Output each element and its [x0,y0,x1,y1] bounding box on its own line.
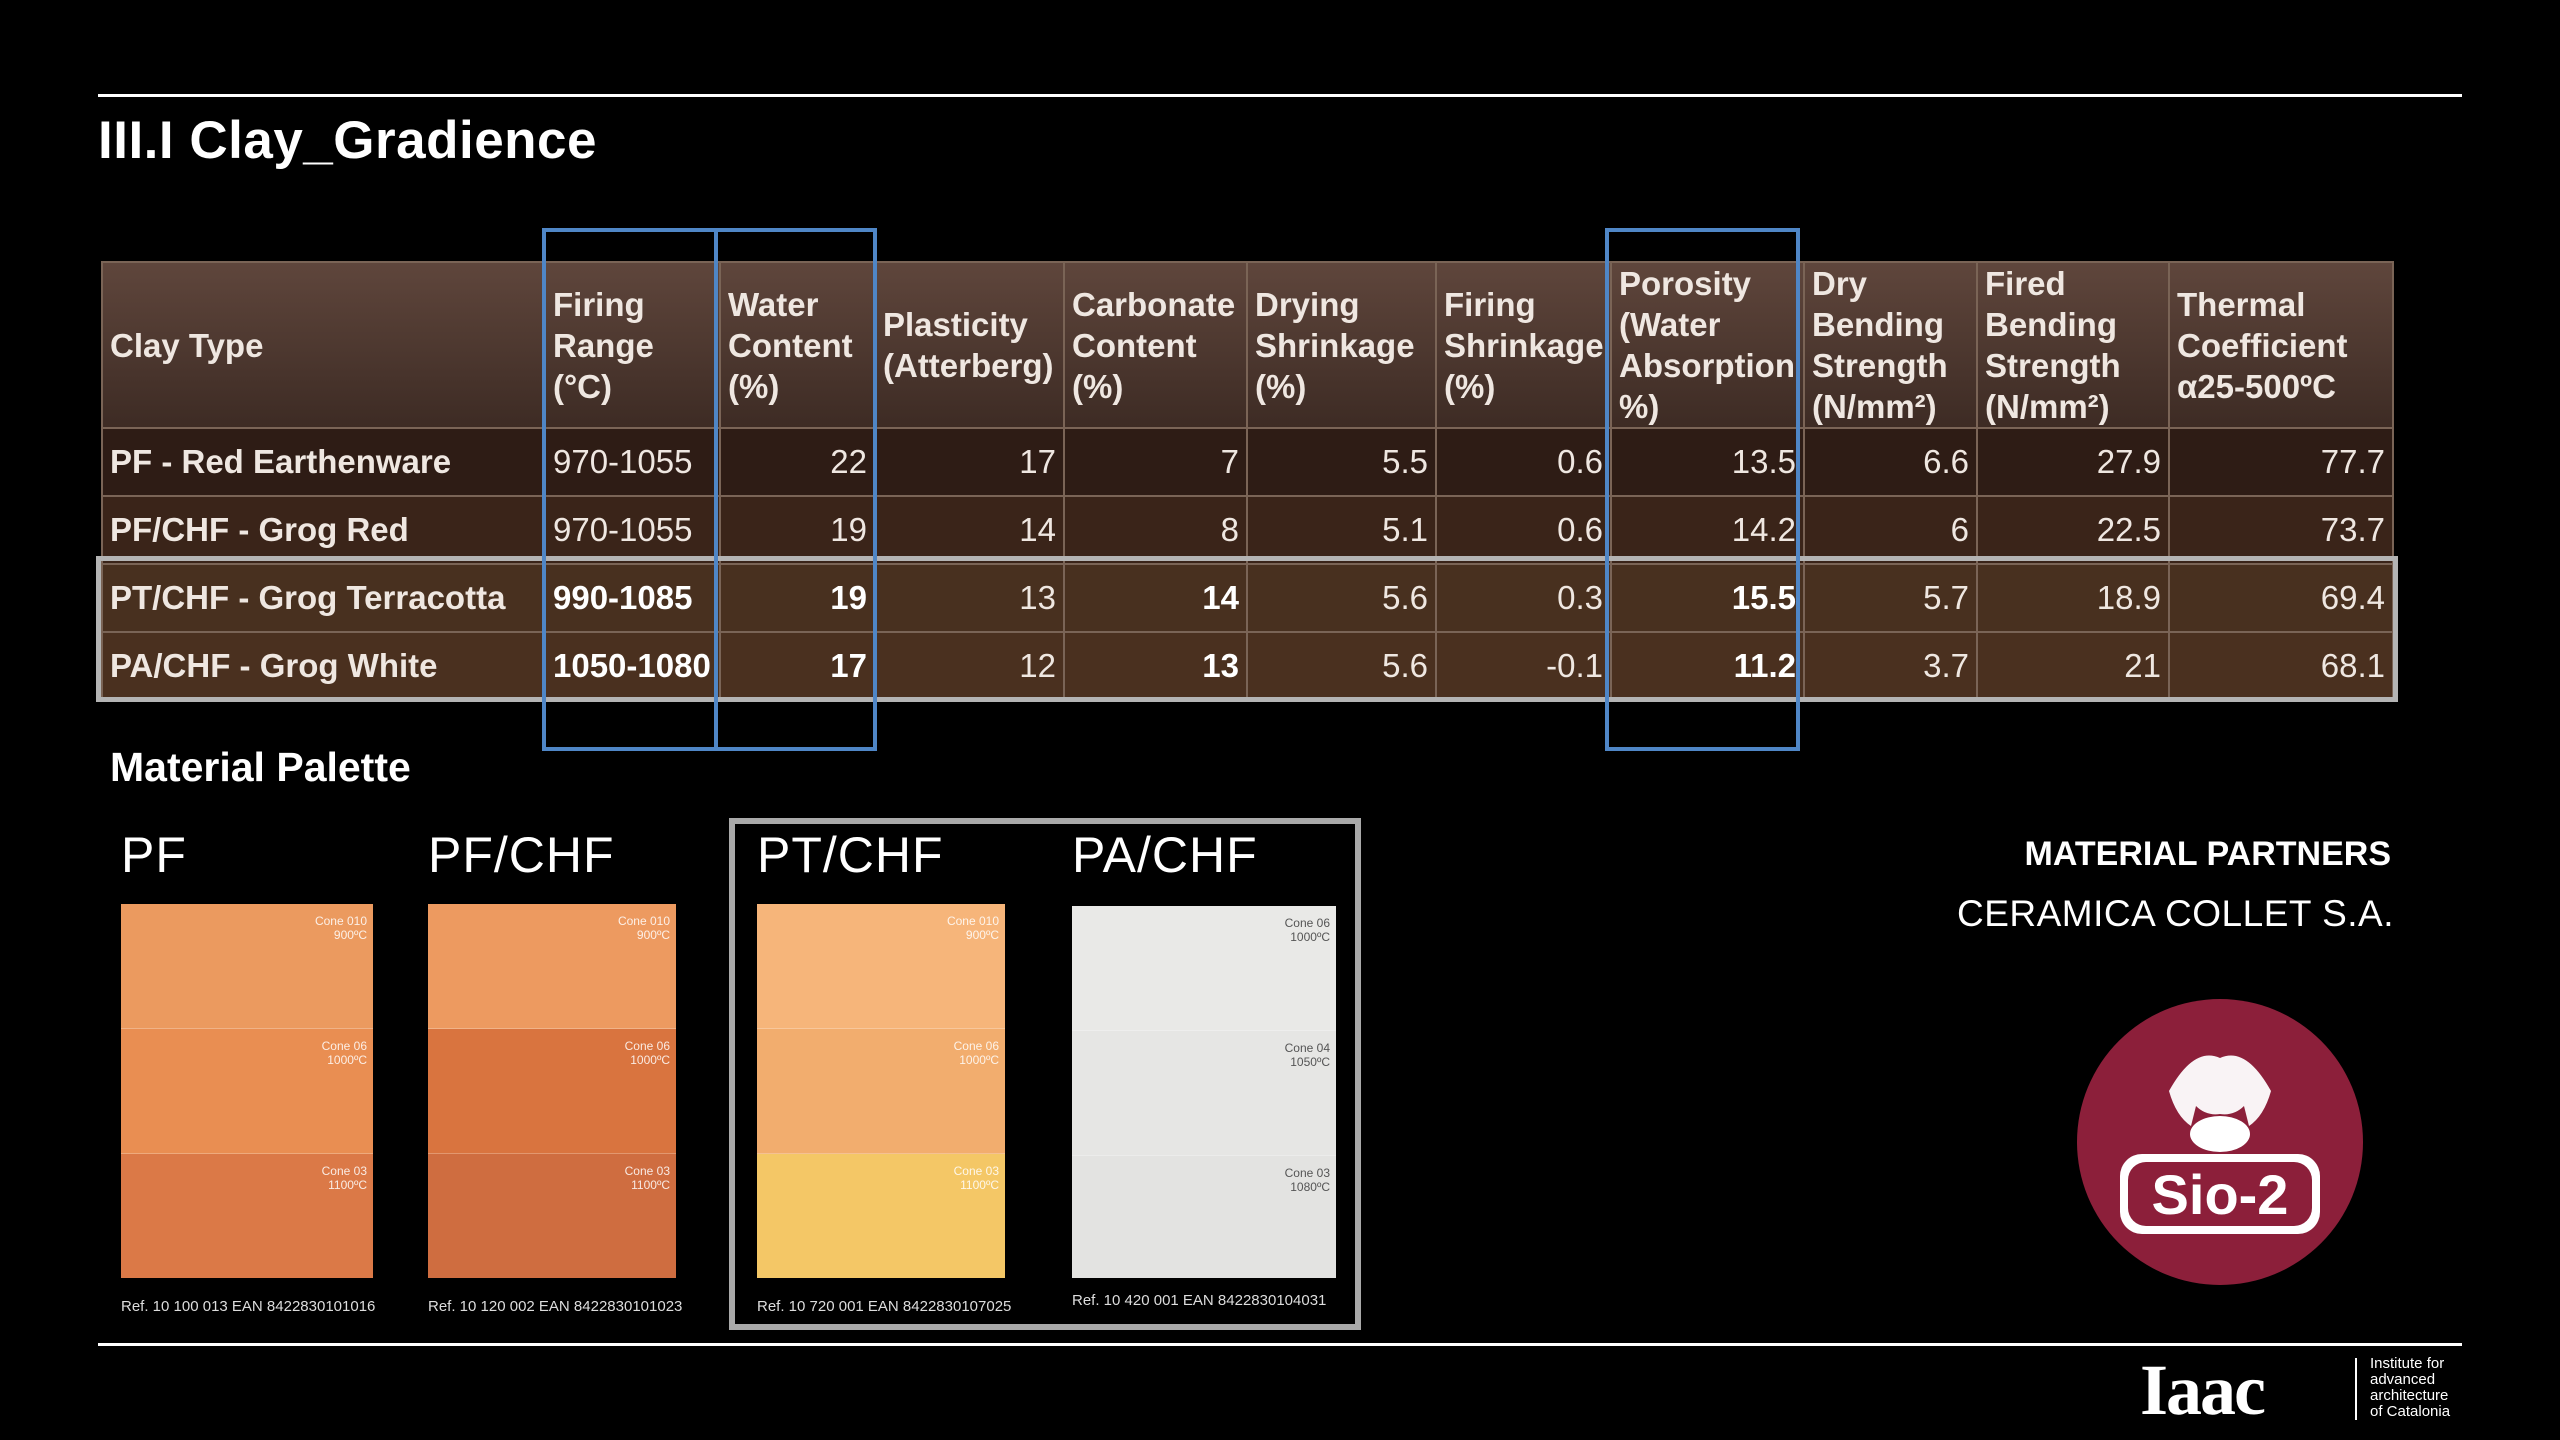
cone-label: Cone 06 [1284,916,1330,930]
clay-type-cell: PF - Red Earthenware [101,427,546,497]
swatch: Cone 03 1100ºC [428,1154,676,1278]
highlight-firing-range-column [542,228,718,751]
table-cell: 17 [874,427,1065,497]
swatch: Cone 010 900ºC [428,904,676,1030]
header-cell: Firing Shrinkage (%) [1435,261,1612,429]
cone-label: Cone 06 [624,1039,670,1053]
highlight-porosity-column [1605,228,1800,751]
swatch: Cone 010 900ºC [121,904,373,1030]
swatch: Cone 06 1000ºC [1072,906,1336,1032]
table-cell: 73.7 [2168,495,2394,565]
table-cell: 6.6 [1803,427,1978,497]
swatch: Cone 06 1000ºC [757,1029,1005,1155]
table-cell: 5.5 [1246,427,1437,497]
material-label: PA/CHF [1072,827,1258,883]
temp-label: 1100ºC [328,1178,367,1192]
partners-heading: MATERIAL PARTNERS [2024,835,2391,873]
table-cell: 27.9 [1976,427,2170,497]
partner-name: CERAMICA COLLET S.A. [1957,893,2394,934]
cone-label: Cone 06 [321,1039,367,1053]
cone-label: Cone 010 [314,914,367,928]
table-cell: 14 [874,495,1065,565]
table-cell: 8 [1063,495,1248,565]
institute-line: advanced [2370,1371,2436,1388]
swatch: Cone 04 1050ºC [1072,1031,1336,1157]
material-palette-title: Material Palette [110,744,411,790]
header-cell: Drying Shrinkage (%) [1246,261,1437,429]
table-row: PF - Red Earthenware 970-1055 22 17 7 5.… [101,427,2394,497]
material-ref: Ref. 10 720 001 EAN 8422830107025 [757,1298,1012,1315]
bottom-rule [98,1343,2462,1346]
header-cell: Thermal Coefficient α25-500ºC [2168,261,2394,429]
cone-label: Cone 04 [1284,1041,1330,1055]
cone-label: Cone 03 [321,1164,367,1178]
material-ref: Ref. 10 420 001 EAN 8422830104031 [1072,1292,1327,1309]
cone-label: Cone 03 [953,1164,999,1178]
material-tile: Cone 010 900ºC Cone 06 1000ºC Cone 03 1100º… [121,904,373,1278]
header-cell: Dry Bending Strength (N/mm²) [1803,261,1978,429]
cone-label: Cone 06 [953,1039,999,1053]
logo-separator [2355,1358,2357,1420]
header-cell: Fired Bending Strength (N/mm²) [1976,261,2170,429]
temp-label: 900ºC [333,928,367,942]
sio2-logo-text: Sio-2 [2152,1163,2289,1226]
institute-name: Institute for advanced architecture of C… [2370,1356,2480,1420]
material-tile: Cone 010 900ºC Cone 06 1000ºC Cone 03 1100º… [757,904,1005,1278]
material-label: PF/CHF [428,827,615,883]
swatch: Cone 03 1100ºC [121,1154,373,1278]
swatch: Cone 03 1080ºC [1072,1156,1336,1278]
temp-label: 1000ºC [1290,930,1330,944]
material-ref: Ref. 10 100 013 EAN 8422830101016 [121,1298,376,1315]
temp-label: 900ºC [965,928,999,942]
swatch: Cone 010 900ºC [757,904,1005,1030]
iaac-wordmark: Iaac [2140,1350,2266,1430]
sio2-logo: Sio-2 [2077,999,2363,1285]
highlight-water-content-column [714,228,877,751]
swatch: Cone 06 1000ºC [121,1029,373,1155]
header-cell: Plasticity (Atterberg) [874,261,1065,429]
material-label: PT/CHF [757,827,944,883]
top-rule [98,94,2462,97]
table-header-row: Clay Type Firing Range (°C) Water Conten… [101,261,2394,429]
material-tile: Cone 010 900ºC Cone 06 1000ºC Cone 03 1100º… [428,904,676,1278]
cone-label: Cone 010 [617,914,670,928]
temp-label: 1000ºC [959,1053,999,1067]
cone-label: Cone 010 [946,914,999,928]
institute-line: Institute for [2370,1355,2445,1372]
table-cell: 6 [1803,495,1978,565]
temp-label: 1080ºC [1290,1180,1330,1194]
temp-label: 1000ºC [630,1053,670,1067]
iaac-logo: Iaac Institute for advanced architecture… [2140,1350,2470,1430]
swatch: Cone 03 1100ºC [757,1154,1005,1278]
table-cell: 0.6 [1435,427,1612,497]
table-cell: 7 [1063,427,1248,497]
material-ref: Ref. 10 120 002 EAN 8422830101023 [428,1298,683,1315]
page-title: III.I Clay_Gradience [98,111,598,170]
material-label: PF [121,827,187,883]
table-cell: 22.5 [1976,495,2170,565]
swatch: Cone 06 1000ºC [428,1029,676,1155]
temp-label: 1000ºC [327,1053,367,1067]
temp-label: 1100ºC [631,1178,670,1192]
temp-label: 900ºC [636,928,670,942]
highlight-grog-rows [96,556,2398,702]
material-tile: Cone 06 1000ºC Cone 04 1050ºC Cone 03 1080º… [1072,906,1336,1278]
table-cell: 0.6 [1435,495,1612,565]
temp-label: 1050ºC [1290,1055,1330,1069]
institute-line: of Catalonia [2370,1403,2451,1420]
table-cell: 77.7 [2168,427,2394,497]
clay-type-cell: PF/CHF - Grog Red [101,495,546,565]
table-cell: 5.1 [1246,495,1437,565]
header-cell: Carbonate Content (%) [1063,261,1248,429]
cone-label: Cone 03 [624,1164,670,1178]
header-cell: Clay Type [101,261,546,429]
cone-label: Cone 03 [1284,1166,1330,1180]
table-row: PF/CHF - Grog Red 970-1055 19 14 8 5.1 0… [101,495,2394,565]
institute-line: architecture [2370,1387,2449,1404]
temp-label: 1100ºC [960,1178,999,1192]
